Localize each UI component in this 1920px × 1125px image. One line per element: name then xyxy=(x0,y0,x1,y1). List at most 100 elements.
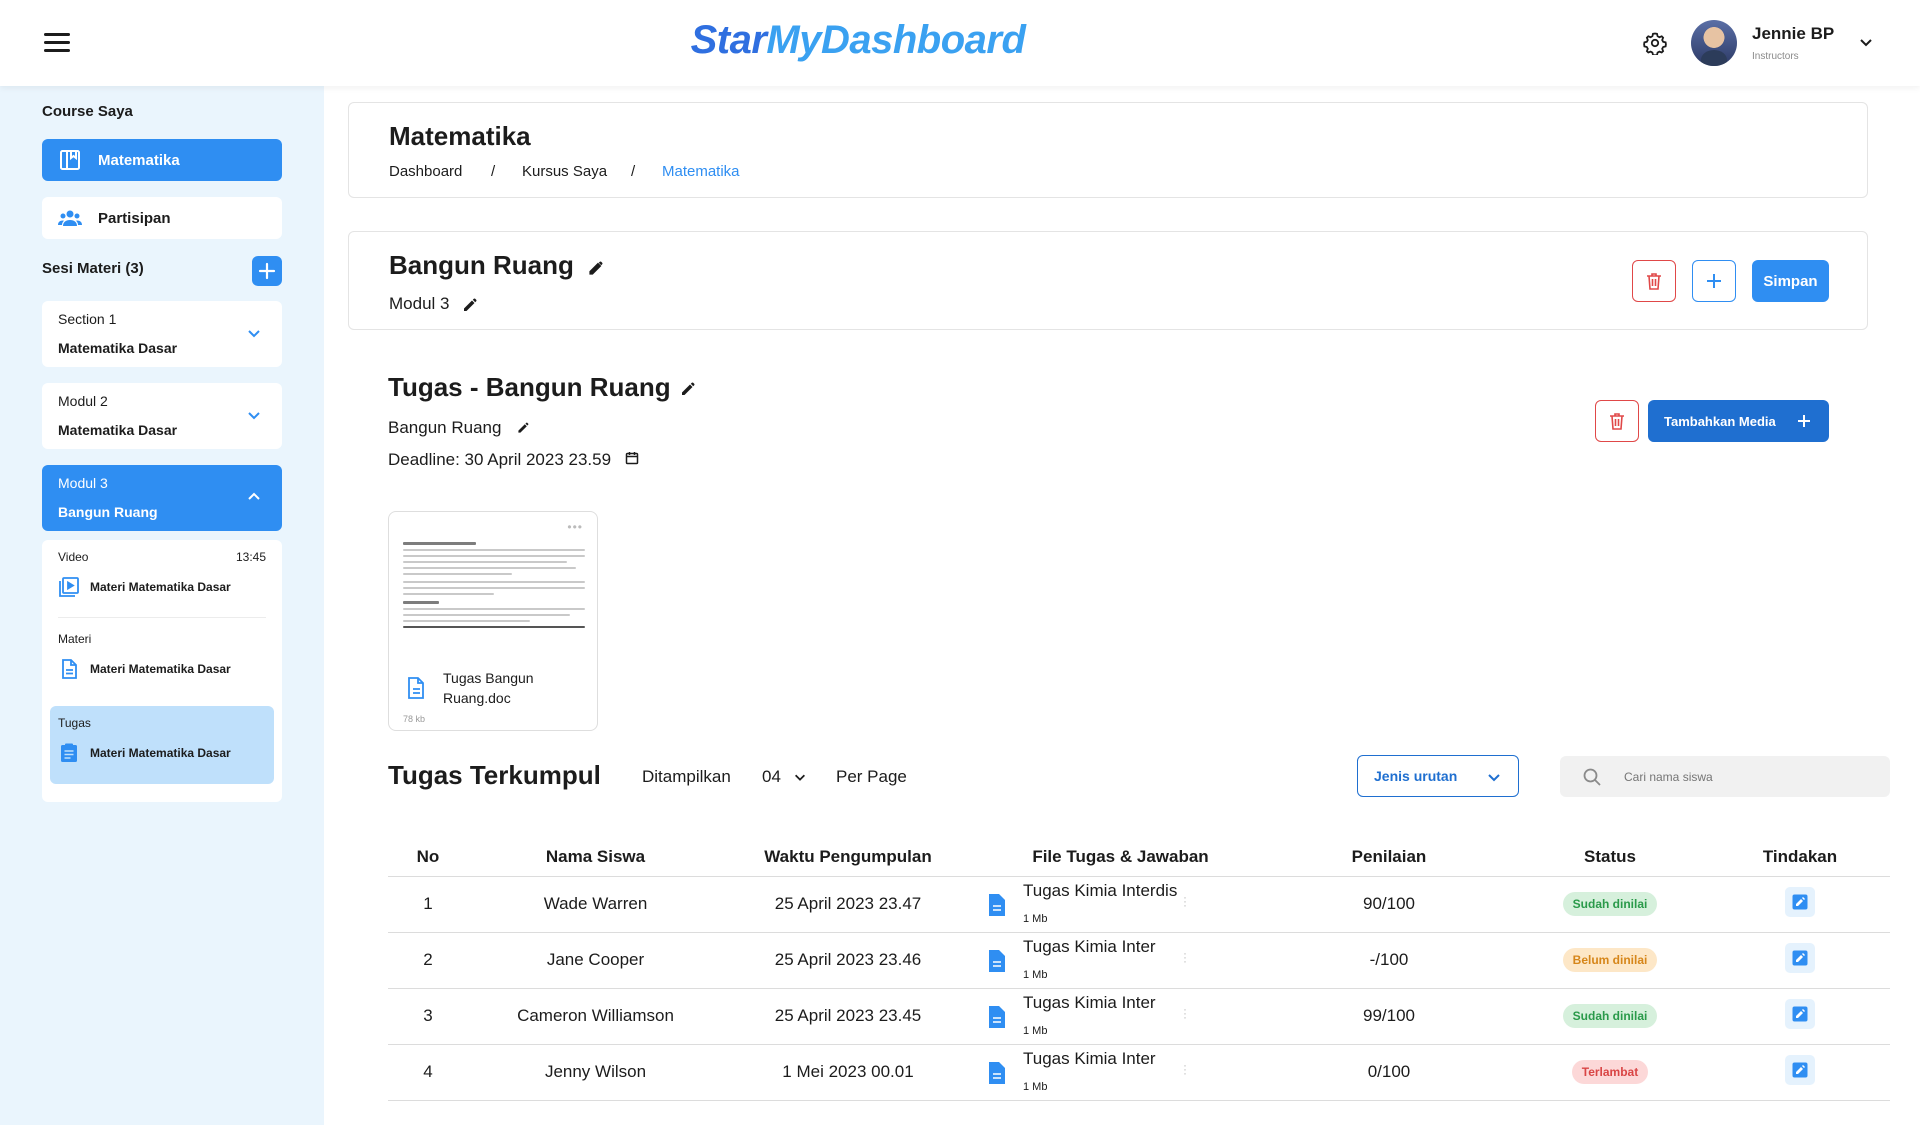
assignment-title: Tugas - Bangun Ruang xyxy=(388,372,671,402)
user-name: Jennie BP xyxy=(1752,24,1835,43)
more-vertical-icon[interactable]: · · · xyxy=(1183,1059,1187,1079)
plus-icon xyxy=(258,262,276,280)
section-title: Matematika Dasar xyxy=(58,422,178,438)
plus-icon xyxy=(1707,274,1721,288)
file-size: 1 Mb xyxy=(1023,1024,1048,1037)
row-number: 1 xyxy=(388,876,468,933)
trash-icon xyxy=(1610,413,1624,430)
per-page-select[interactable]: 04 xyxy=(762,767,781,787)
avatar[interactable] xyxy=(1691,20,1737,66)
file-name: Tugas Kimia Inter xyxy=(1023,992,1156,1012)
module-title: Bangun Ruang xyxy=(389,250,574,280)
breadcrumb-kursus-saya[interactable]: Kursus Saya xyxy=(522,163,607,180)
column-header: Waktu Pengumpulan xyxy=(723,838,973,877)
user-role: Instructors xyxy=(1752,51,1799,62)
document-icon xyxy=(408,677,424,699)
section-card-2[interactable]: Modul 2 Matematika Dasar xyxy=(42,383,282,449)
search-bar xyxy=(1560,756,1890,797)
video-icon xyxy=(59,577,79,597)
file-name: Tugas Kimia Inter xyxy=(1023,936,1156,956)
file-cell[interactable]: Tugas Kimia Inter 1 Mb · · · xyxy=(973,932,1268,989)
column-header: Status xyxy=(1510,838,1710,877)
edit-pencil-icon[interactable] xyxy=(587,257,607,277)
section-label: Modul 3 xyxy=(58,475,108,491)
file-cell[interactable]: Tugas Kimia Inter 1 Mb · · · xyxy=(973,1044,1268,1101)
submissions-table: No Nama Siswa Waktu Pengumpulan File Tug… xyxy=(388,838,1890,1101)
module-subtitle: Modul 3 xyxy=(389,294,450,313)
add-module-item-button[interactable] xyxy=(1692,260,1736,302)
per-page-label: Per Page xyxy=(836,767,907,786)
edit-pencil-icon[interactable] xyxy=(516,419,532,435)
sessions-heading: Sesi Materi (3) xyxy=(42,260,144,277)
delete-assignment-button[interactable] xyxy=(1595,400,1639,442)
section-label: Modul 2 xyxy=(58,393,108,409)
more-vertical-icon[interactable]: · · · xyxy=(1183,947,1187,967)
edit-grade-button[interactable] xyxy=(1785,886,1815,917)
save-button[interactable]: Simpan xyxy=(1752,260,1829,302)
lesson-duration: 13:45 xyxy=(235,550,266,564)
chevron-down-icon xyxy=(248,330,260,338)
add-media-label: Tambahkan Media xyxy=(1664,413,1776,429)
action-cell xyxy=(1710,1044,1890,1101)
lesson-item-video[interactable]: Video 13:45 Materi Matematika Dasar xyxy=(42,540,282,618)
add-session-button[interactable] xyxy=(252,256,282,286)
edit-icon xyxy=(1792,894,1808,909)
edit-grade-button[interactable] xyxy=(1785,998,1815,1029)
table-row: 3 Cameron Williamson 25 April 2023 23.45… xyxy=(388,988,1890,1045)
sidebar-item-partisipan[interactable]: Partisipan xyxy=(42,197,282,239)
sidebar-item-label: Matematika xyxy=(98,151,180,169)
delete-module-button[interactable] xyxy=(1632,260,1676,302)
lesson-list: Video 13:45 Materi Matematika Dasar Mate… xyxy=(42,540,282,802)
document-icon xyxy=(989,949,1005,972)
more-vertical-icon[interactable]: · · · xyxy=(1183,1003,1187,1023)
section-card-3[interactable]: Modul 3 Bangun Ruang xyxy=(42,465,282,531)
submission-time: 25 April 2023 23.47 xyxy=(723,876,973,933)
more-vertical-icon[interactable]: · · · xyxy=(1183,891,1187,911)
attachment-card[interactable]: ••• Tugas Bangun Ruang.doc 78 kb xyxy=(388,511,598,731)
lesson-item-tugas[interactable]: Tugas Materi Matematika Dasar xyxy=(50,706,274,784)
edit-pencil-icon[interactable] xyxy=(461,294,481,314)
file-size: 1 Mb xyxy=(1023,968,1048,981)
submissions-title: Tugas Terkumpul xyxy=(388,760,601,790)
edit-grade-button[interactable] xyxy=(1785,1054,1815,1085)
sidebar-item-matematika[interactable]: Matematika xyxy=(42,139,282,181)
document-icon xyxy=(989,1005,1005,1028)
section-title: Matematika Dasar xyxy=(58,340,178,356)
status-cell: Sudah dinilai xyxy=(1510,876,1710,933)
add-media-button[interactable]: Tambahkan Media xyxy=(1648,400,1829,442)
assignment-subtitle: Bangun Ruang xyxy=(388,418,502,437)
chevron-down-icon[interactable] xyxy=(1858,34,1874,50)
sort-label: Jenis urutan xyxy=(1374,768,1458,784)
breadcrumb-separator: / xyxy=(631,163,636,180)
page-title: Matematika xyxy=(389,121,531,151)
column-header: Penilaian xyxy=(1268,838,1510,877)
calendar-icon[interactable] xyxy=(624,450,640,466)
more-options-icon[interactable]: ••• xyxy=(567,520,583,534)
breadcrumb-dashboard[interactable]: Dashboard xyxy=(389,163,462,180)
action-cell xyxy=(1710,876,1890,933)
file-cell[interactable]: Tugas Kimia Inter 1 Mb · · · xyxy=(973,988,1268,1045)
lesson-title: Materi Matematika Dasar xyxy=(90,580,231,594)
sort-dropdown[interactable]: Jenis urutan xyxy=(1357,755,1519,797)
section-title: Bangun Ruang xyxy=(58,504,158,520)
search-input[interactable] xyxy=(1624,762,1874,792)
status-cell: Sudah dinilai xyxy=(1510,988,1710,1045)
file-cell[interactable]: Tugas Kimia Interdis 1 Mb · · · xyxy=(973,876,1268,933)
lesson-item-materi[interactable]: Materi Materi Matematika Dasar xyxy=(42,622,282,700)
sidebar: Course Saya Matematika Partisipan Sesi M… xyxy=(0,86,324,1125)
book-icon xyxy=(60,150,80,170)
table-row: 1 Wade Warren 25 April 2023 23.47 Tugas … xyxy=(388,876,1890,933)
chevron-down-icon[interactable] xyxy=(793,770,807,784)
lesson-title: Materi Matematika Dasar xyxy=(90,662,231,676)
assignment-icon xyxy=(61,743,77,762)
section-card-1[interactable]: Section 1 Matematika Dasar xyxy=(42,301,282,367)
column-header: No xyxy=(388,838,468,877)
attachment-name: Tugas Bangun Ruang.doc xyxy=(443,670,534,706)
column-header: Nama Siswa xyxy=(468,838,723,877)
edit-grade-button[interactable] xyxy=(1785,942,1815,973)
edit-pencil-icon[interactable] xyxy=(679,378,699,398)
status-cell: Belum dinilai xyxy=(1510,932,1710,989)
gear-icon[interactable] xyxy=(1643,31,1667,55)
status-badge: Terlambat xyxy=(1571,1060,1649,1084)
document-icon xyxy=(989,1061,1005,1084)
